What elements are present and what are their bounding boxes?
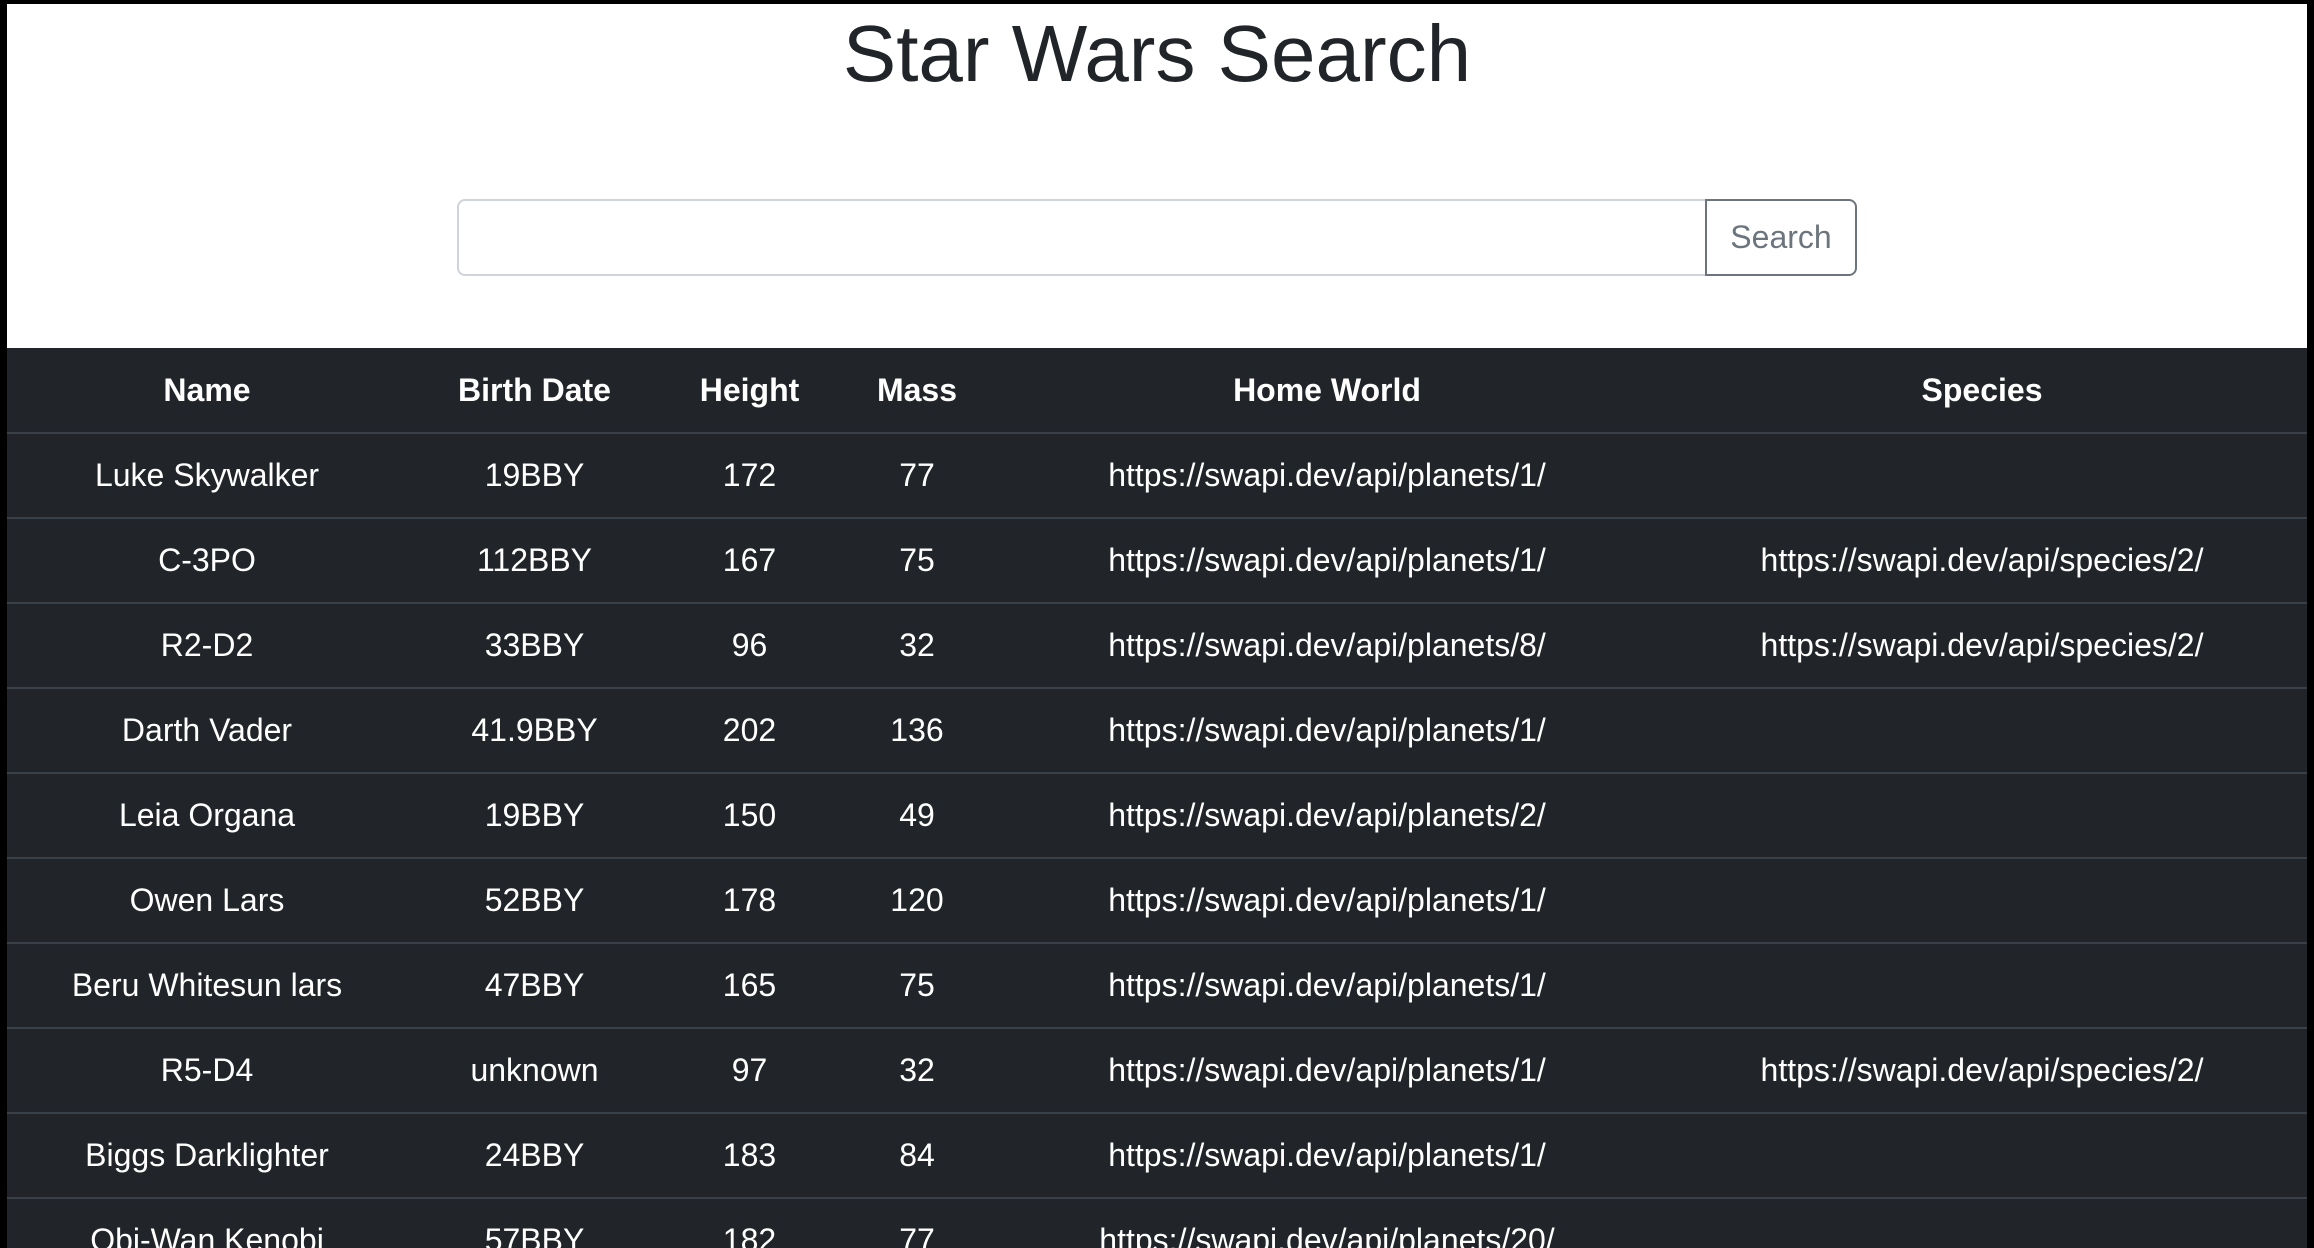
cell-species: https://swapi.dev/api/species/2/ — [1657, 1028, 2307, 1114]
column-header-height: Height — [662, 348, 837, 434]
cell-mass: 77 — [837, 433, 997, 519]
search-bar: Search — [457, 199, 1857, 276]
table-row: Owen Lars 52BBY 178 120 https://swapi.de… — [7, 858, 2307, 944]
cell-home-world: https://swapi.dev/api/planets/1/ — [997, 1113, 1657, 1199]
cell-mass: 32 — [837, 603, 997, 689]
column-header-species: Species — [1657, 348, 2307, 434]
cell-mass: 75 — [837, 943, 997, 1029]
cell-name: Biggs Darklighter — [7, 1113, 407, 1199]
cell-name: Leia Organa — [7, 773, 407, 859]
search-input[interactable] — [457, 199, 1705, 276]
cell-mass: 120 — [837, 858, 997, 944]
cell-mass: 77 — [837, 1198, 997, 1248]
cell-birth-date: unknown — [407, 1028, 662, 1114]
table-row: Leia Organa 19BBY 150 49 https://swapi.d… — [7, 773, 2307, 859]
table-row: Luke Skywalker 19BBY 172 77 https://swap… — [7, 433, 2307, 519]
cell-name: Luke Skywalker — [7, 433, 407, 519]
cell-height: 165 — [662, 943, 837, 1029]
cell-height: 97 — [662, 1028, 837, 1114]
cell-species — [1657, 858, 2307, 944]
page: Star Wars Search Search Name Birth Date … — [7, 4, 2307, 1248]
results-table: Name Birth Date Height Mass Home World S… — [7, 348, 2307, 1248]
cell-species: https://swapi.dev/api/species/2/ — [1657, 603, 2307, 689]
cell-birth-date: 52BBY — [407, 858, 662, 944]
cell-birth-date: 41.9BBY — [407, 688, 662, 774]
cell-name: Beru Whitesun lars — [7, 943, 407, 1029]
cell-mass: 136 — [837, 688, 997, 774]
cell-home-world: https://swapi.dev/api/planets/8/ — [997, 603, 1657, 689]
table-row: Obi-Wan Kenobi 57BBY 182 77 https://swap… — [7, 1198, 2307, 1248]
cell-height: 172 — [662, 433, 837, 519]
cell-name: Owen Lars — [7, 858, 407, 944]
column-header-birth-date: Birth Date — [407, 348, 662, 434]
window-frame: Star Wars Search Search Name Birth Date … — [0, 0, 2314, 1248]
cell-species — [1657, 1113, 2307, 1199]
cell-birth-date: 57BBY — [407, 1198, 662, 1248]
cell-home-world: https://swapi.dev/api/planets/1/ — [997, 433, 1657, 519]
cell-height: 182 — [662, 1198, 837, 1248]
cell-name: R2-D2 — [7, 603, 407, 689]
cell-home-world: https://swapi.dev/api/planets/1/ — [997, 858, 1657, 944]
table-row: C-3PO 112BBY 167 75 https://swapi.dev/ap… — [7, 518, 2307, 604]
table-row: Beru Whitesun lars 47BBY 165 75 https://… — [7, 943, 2307, 1029]
cell-species — [1657, 943, 2307, 1029]
cell-height: 150 — [662, 773, 837, 859]
table-body: Luke Skywalker 19BBY 172 77 https://swap… — [7, 433, 2307, 1248]
table-header-row: Name Birth Date Height Mass Home World S… — [7, 348, 2307, 434]
cell-name: R5-D4 — [7, 1028, 407, 1114]
table-row: R5-D4 unknown 97 32 https://swapi.dev/ap… — [7, 1028, 2307, 1114]
cell-name: Obi-Wan Kenobi — [7, 1198, 407, 1248]
cell-birth-date: 19BBY — [407, 433, 662, 519]
cell-birth-date: 19BBY — [407, 773, 662, 859]
cell-home-world: https://swapi.dev/api/planets/1/ — [997, 688, 1657, 774]
cell-height: 202 — [662, 688, 837, 774]
cell-birth-date: 24BBY — [407, 1113, 662, 1199]
table-row: Darth Vader 41.9BBY 202 136 https://swap… — [7, 688, 2307, 774]
cell-birth-date: 47BBY — [407, 943, 662, 1029]
cell-height: 96 — [662, 603, 837, 689]
column-header-mass: Mass — [837, 348, 997, 434]
cell-home-world: https://swapi.dev/api/planets/20/ — [997, 1198, 1657, 1248]
cell-height: 178 — [662, 858, 837, 944]
results-table-container: Name Birth Date Height Mass Home World S… — [7, 348, 2307, 1248]
page-title: Star Wars Search — [842, 9, 1472, 98]
cell-home-world: https://swapi.dev/api/planets/1/ — [997, 943, 1657, 1029]
cell-height: 167 — [662, 518, 837, 604]
cell-home-world: https://swapi.dev/api/planets/2/ — [997, 773, 1657, 859]
cell-name: Darth Vader — [7, 688, 407, 774]
cell-species: https://swapi.dev/api/species/2/ — [1657, 518, 2307, 604]
search-button[interactable]: Search — [1705, 199, 1857, 276]
column-header-name: Name — [7, 348, 407, 434]
cell-height: 183 — [662, 1113, 837, 1199]
cell-species — [1657, 1198, 2307, 1248]
cell-birth-date: 33BBY — [407, 603, 662, 689]
column-header-home-world: Home World — [997, 348, 1657, 434]
cell-name: C-3PO — [7, 518, 407, 604]
cell-home-world: https://swapi.dev/api/planets/1/ — [997, 518, 1657, 604]
cell-mass: 75 — [837, 518, 997, 604]
cell-mass: 49 — [837, 773, 997, 859]
cell-mass: 32 — [837, 1028, 997, 1114]
cell-birth-date: 112BBY — [407, 518, 662, 604]
cell-species — [1657, 688, 2307, 774]
table-row: R2-D2 33BBY 96 32 https://swapi.dev/api/… — [7, 603, 2307, 689]
cell-mass: 84 — [837, 1113, 997, 1199]
cell-species — [1657, 433, 2307, 519]
cell-home-world: https://swapi.dev/api/planets/1/ — [997, 1028, 1657, 1114]
table-row: Biggs Darklighter 24BBY 183 84 https://s… — [7, 1113, 2307, 1199]
cell-species — [1657, 773, 2307, 859]
